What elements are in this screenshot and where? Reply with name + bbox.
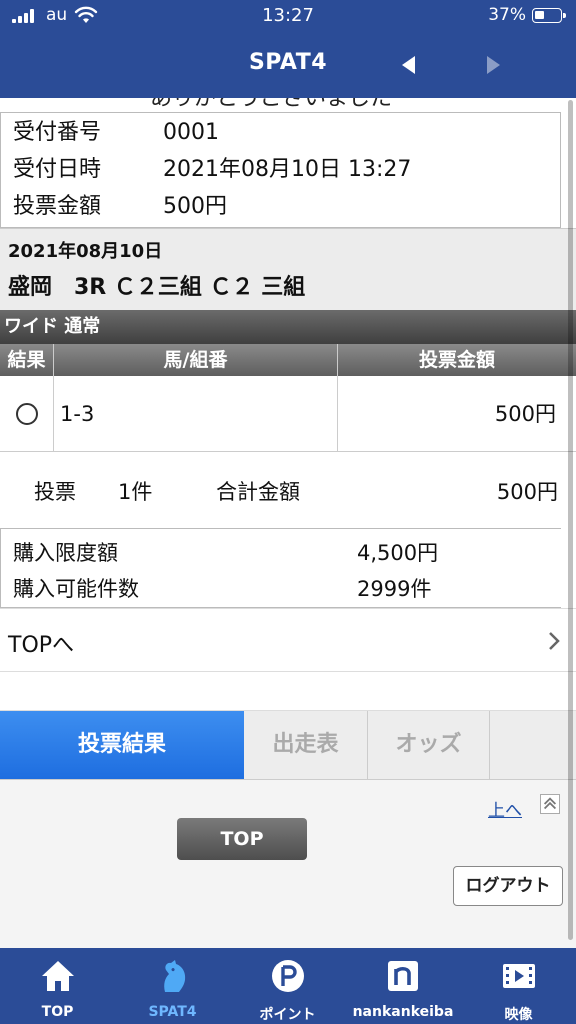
scroll-to-top-link[interactable]: 上へ bbox=[488, 796, 522, 821]
receipt-value: 0001 bbox=[163, 120, 219, 145]
bottom-nav-label: TOP bbox=[41, 1004, 74, 1020]
receipt-row: 受付日時 2021年08月10日 13:27 bbox=[13, 152, 411, 188]
video-icon bbox=[502, 964, 535, 988]
race-name: 盛岡 3R Ｃ２三組 Ｃ２ 三組 bbox=[8, 275, 306, 300]
tab-race-card[interactable]: 出走表 bbox=[244, 711, 368, 779]
horse-icon bbox=[163, 960, 185, 992]
receipt-label: 受付番号 bbox=[13, 120, 102, 145]
top-button[interactable]: TOP bbox=[177, 818, 307, 860]
race-date: 2021年08月10日 bbox=[8, 241, 163, 262]
thank-you-message: ありがとうございました bbox=[150, 98, 393, 111]
receipt-row: 受付番号 0001 bbox=[13, 115, 219, 151]
summary-total-label: 合計金額 bbox=[216, 480, 300, 504]
receipt-label: 受付日時 bbox=[13, 157, 102, 182]
bottom-nav-nankankeiba[interactable]: nankankeiba bbox=[345, 948, 461, 1024]
bet-type-header: ワイド 通常 bbox=[0, 310, 576, 344]
limit-label: 購入限度額 bbox=[13, 541, 118, 565]
col-result: 結果 bbox=[0, 344, 54, 376]
bottom-nav-video[interactable]: 映像 bbox=[461, 948, 576, 1024]
count-value: 2999件 bbox=[357, 577, 432, 601]
forward-arrow-icon[interactable] bbox=[480, 52, 506, 78]
bottom-nav-top[interactable]: TOP bbox=[0, 948, 115, 1024]
point-icon bbox=[271, 960, 304, 992]
chevron-up-icon[interactable] bbox=[540, 794, 560, 814]
scrollbar[interactable] bbox=[568, 100, 573, 940]
receipt-label: 投票金額 bbox=[13, 194, 102, 219]
bottom-nav: TOP SPAT4 ポイント nankankeiba 映像 bbox=[0, 948, 576, 1024]
summary-count-value: 1件 bbox=[118, 480, 153, 504]
amount-cell: 500円 bbox=[494, 402, 556, 426]
col-combo: 馬/組番 bbox=[54, 344, 338, 376]
purchase-limits: 購入限度額 4,500円 購入可能件数 2999件 bbox=[0, 528, 561, 608]
main-content: ありがとうございました 受付番号 0001 受付日時 2021年08月10日 13:… bbox=[0, 98, 576, 948]
result-cell bbox=[0, 376, 54, 452]
battery-percent: 37% bbox=[488, 5, 526, 25]
bottom-nav-label: SPAT4 bbox=[148, 1004, 197, 1020]
bottom-nav-label: 映像 bbox=[504, 1007, 533, 1023]
top-link-label: TOPへ bbox=[8, 633, 75, 658]
bet-table-header: 結果 馬/組番 投票金額 bbox=[0, 344, 576, 376]
footer-area: 上へ TOP ログアウト bbox=[0, 780, 576, 948]
result-tabs: 投票結果 出走表 オッズ bbox=[0, 710, 576, 780]
chevron-right-icon bbox=[549, 632, 560, 650]
status-bar: au 13:27 37% bbox=[0, 0, 576, 32]
result-circle-icon bbox=[16, 403, 38, 425]
battery-icon bbox=[532, 8, 566, 23]
bottom-nav-label: nankankeiba bbox=[352, 1004, 454, 1020]
logout-button[interactable]: ログアウト bbox=[453, 866, 563, 906]
summary-count-label: 投票 bbox=[34, 480, 76, 504]
n-logo-icon bbox=[388, 961, 418, 991]
race-info: 2021年08月10日 盛岡 3R Ｃ２三組 Ｃ２ 三組 bbox=[0, 228, 576, 310]
top-link[interactable]: TOPへ bbox=[0, 608, 576, 672]
receipt-row: 投票金額 500円 bbox=[13, 189, 227, 225]
limit-value: 4,500円 bbox=[357, 541, 439, 565]
app-header: au 13:27 37% SPAT4 bbox=[0, 0, 576, 98]
receipt-value: 2021年08月10日 13:27 bbox=[163, 157, 412, 182]
home-icon bbox=[41, 961, 74, 991]
bottom-nav-spat4[interactable]: SPAT4 bbox=[115, 948, 230, 1024]
col-amount: 投票金額 bbox=[418, 349, 495, 371]
summary-total-value: 500円 bbox=[496, 480, 558, 504]
count-label: 購入可能件数 bbox=[13, 577, 139, 601]
bet-summary: 投票 1件 合計金額 500円 bbox=[0, 452, 576, 528]
table-row: 1-3 500円 bbox=[0, 376, 576, 452]
tab-vote-result[interactable]: 投票結果 bbox=[0, 711, 244, 779]
back-arrow-icon[interactable] bbox=[396, 52, 422, 78]
combo-cell: 1-3 bbox=[54, 376, 338, 452]
bottom-nav-label: ポイント bbox=[259, 1007, 316, 1023]
tab-odds[interactable]: オッズ bbox=[368, 711, 490, 779]
receipt-box: 受付番号 0001 受付日時 2021年08月10日 13:27 投票金額 500円 bbox=[0, 112, 561, 228]
bottom-nav-point[interactable]: ポイント bbox=[230, 948, 345, 1024]
receipt-value: 500円 bbox=[163, 194, 227, 219]
